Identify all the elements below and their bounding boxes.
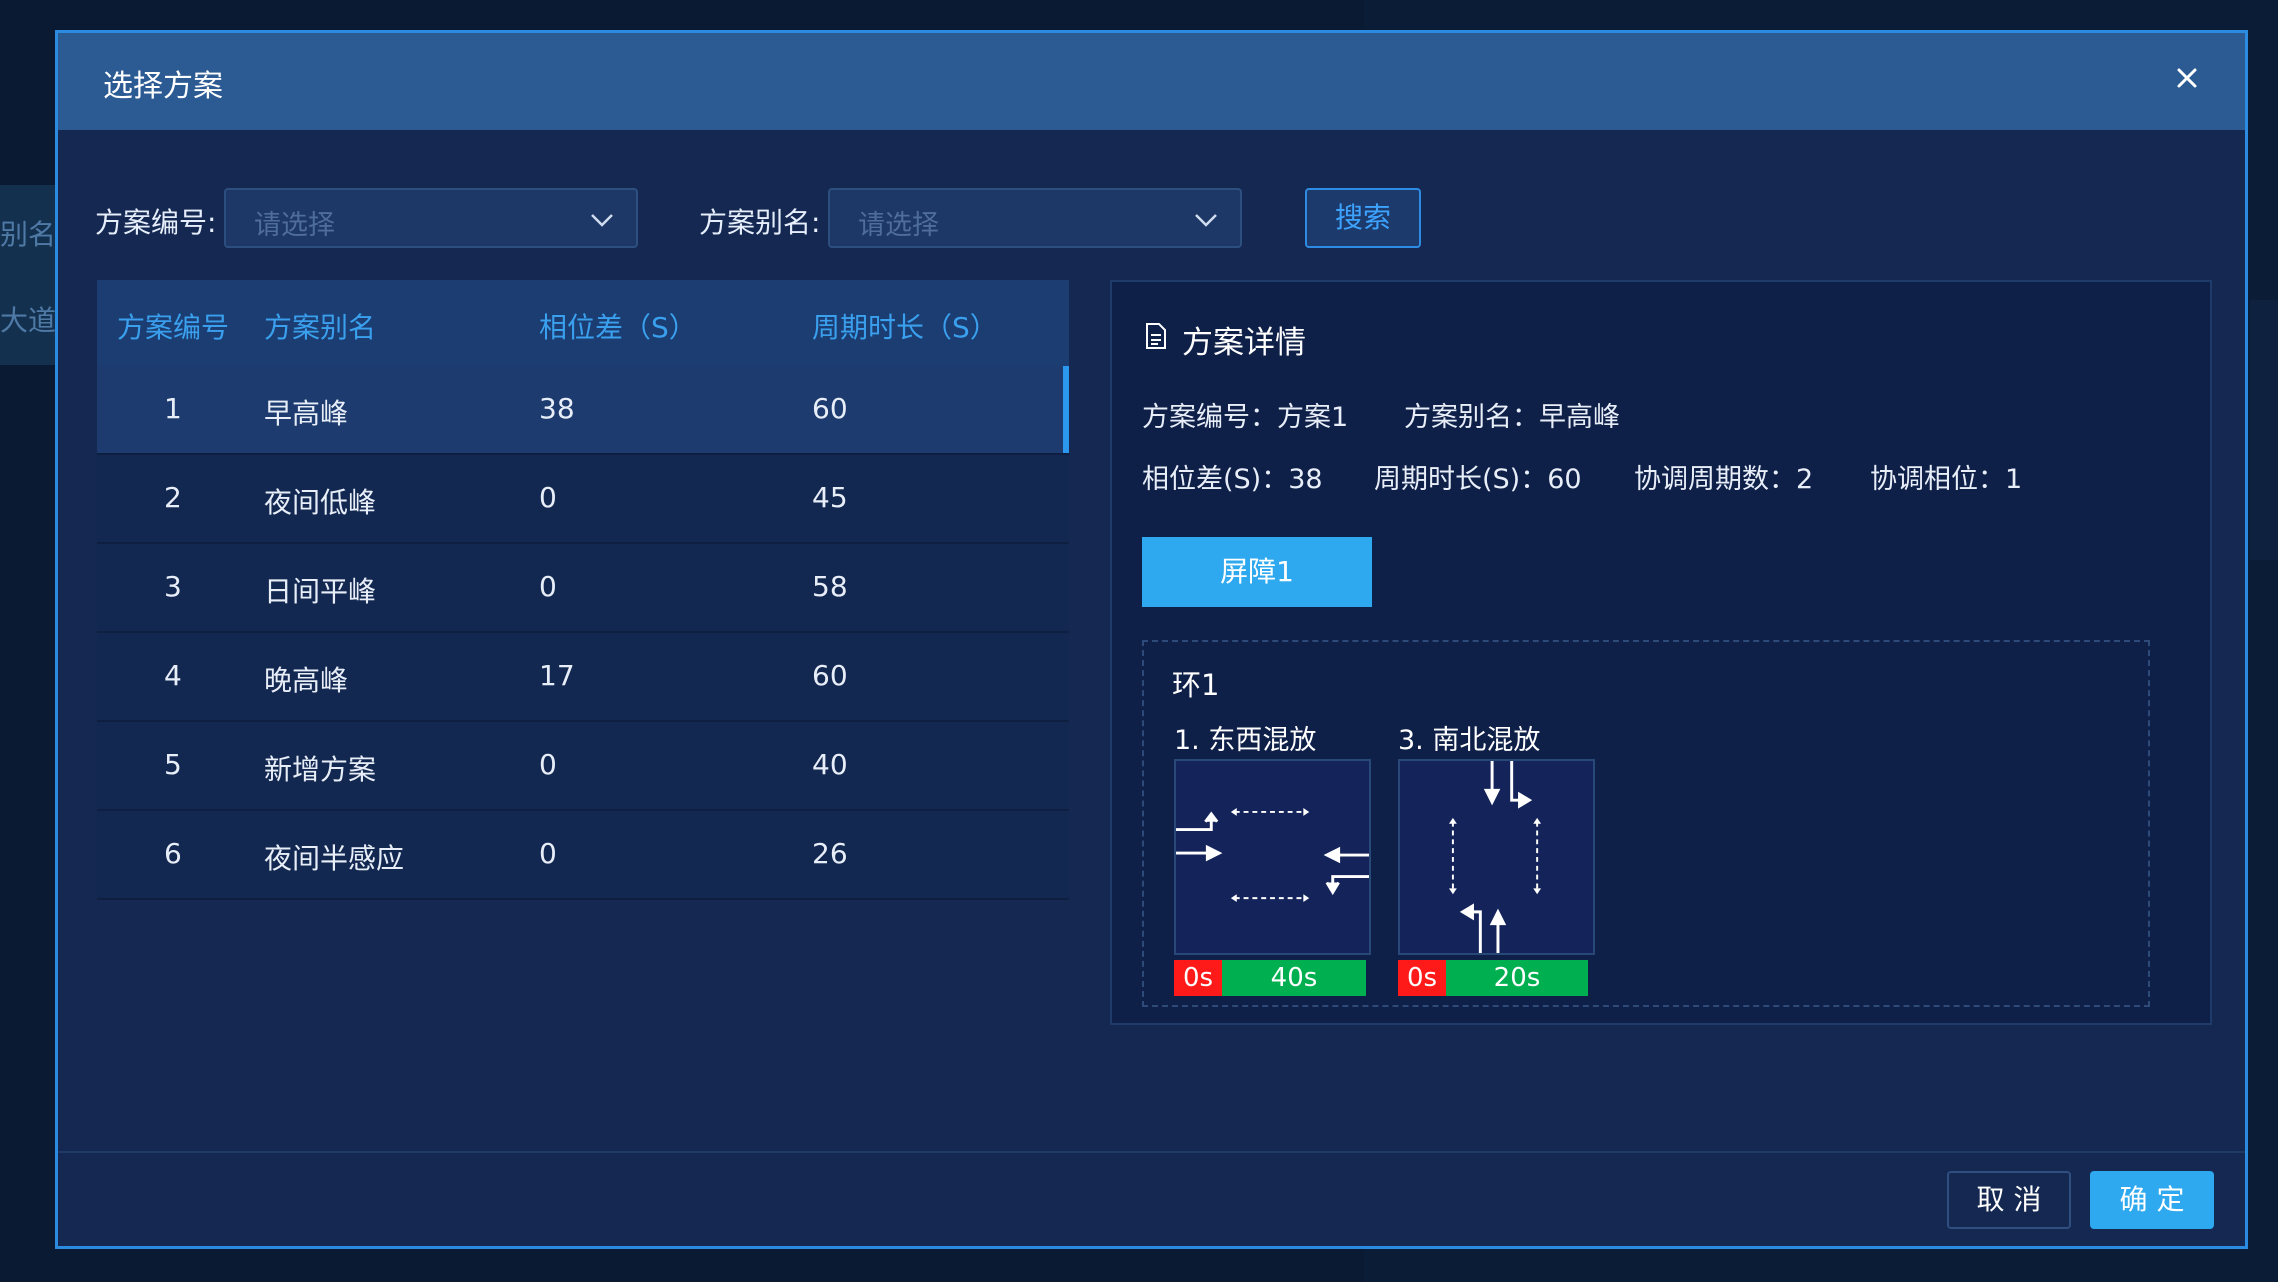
alias-label: 方案别名:	[699, 206, 821, 239]
cell-no: 4	[164, 659, 182, 692]
cell-offset: 17	[539, 659, 575, 692]
phase-red-time: 0s	[1174, 960, 1222, 996]
cell-cycle: 45	[812, 481, 848, 514]
cell-offset: 0	[539, 748, 557, 781]
dialog-title: 选择方案	[103, 69, 223, 104]
table-row[interactable]: 4 晚高峰 17 60	[97, 633, 1069, 722]
scheme-detail-panel: 方案详情 方案编号：方案1 方案别名：早高峰 相位差(S)：38 周期时长(S)…	[1110, 280, 2212, 1025]
background-label: 别名	[0, 218, 57, 251]
scheme-no-placeholder: 请选择	[254, 210, 335, 241]
east-west-phase-icon	[1174, 759, 1371, 955]
cell-alias: 日间平峰	[264, 575, 377, 608]
detail-cycle: 周期时长(S)：60	[1374, 464, 1582, 495]
alias-placeholder: 请选择	[858, 210, 939, 241]
cell-offset: 38	[539, 392, 575, 425]
chevron-down-icon	[1195, 214, 1217, 227]
cell-no: 5	[164, 748, 182, 781]
cell-cycle: 60	[812, 392, 848, 425]
detail-title: 方案详情	[1182, 325, 1306, 361]
ring-section: 环1 1. 东西混放 0s 40s 3. 南北混放 0s 20s	[1142, 640, 2150, 1007]
footer-divider	[58, 1151, 2245, 1153]
scheme-no-label: 方案编号:	[95, 206, 217, 239]
cell-alias: 早高峰	[264, 397, 349, 430]
cell-cycle: 26	[812, 837, 848, 870]
table-row[interactable]: 5 新增方案 0 40	[97, 722, 1069, 811]
detail-scheme-no: 方案编号：方案1	[1142, 402, 1349, 433]
cell-no: 2	[164, 481, 182, 514]
north-south-phase-icon	[1398, 759, 1595, 955]
cell-alias: 晚高峰	[264, 664, 349, 697]
column-header-offset[interactable]: 相位差（S）	[539, 306, 697, 346]
cell-cycle: 60	[812, 659, 848, 692]
select-scheme-dialog: 选择方案 方案编号: 请选择 方案别名: 请选择 搜索 方案编号 方案别名 相位…	[55, 30, 2248, 1249]
cell-cycle: 58	[812, 570, 848, 603]
column-header-alias[interactable]: 方案别名	[264, 306, 376, 346]
detail-coord-phase: 协调相位：1	[1870, 464, 2023, 495]
cell-alias: 夜间半感应	[264, 842, 405, 875]
table-row[interactable]: 3 日间平峰 0 58	[97, 544, 1069, 633]
phase-name: 1. 东西混放	[1174, 725, 1317, 756]
table-row[interactable]: 6 夜间半感应 0 26	[97, 811, 1069, 900]
confirm-button[interactable]: 确 定	[2090, 1171, 2214, 1229]
scheme-table: 方案编号 方案别名 相位差（S） 周期时长（S） 1 早高峰 38 60 2 夜…	[97, 280, 1069, 900]
phase-name: 3. 南北混放	[1398, 725, 1541, 756]
detail-alias: 方案别名：早高峰	[1404, 402, 1620, 433]
search-button[interactable]: 搜索	[1305, 188, 1421, 248]
phase-green-time: 20s	[1446, 960, 1588, 996]
chevron-down-icon	[591, 214, 613, 227]
column-header-no[interactable]: 方案编号	[117, 306, 229, 346]
table-row[interactable]: 1 早高峰 38 60	[97, 366, 1069, 455]
phase-green-time: 40s	[1222, 960, 1366, 996]
table-row[interactable]: 2 夜间低峰 0 45	[97, 455, 1069, 544]
cell-alias: 新增方案	[264, 753, 377, 786]
alias-select[interactable]: 请选择	[828, 188, 1242, 248]
background-label: 大道	[0, 304, 57, 337]
close-icon[interactable]	[2167, 58, 2207, 98]
cell-alias: 夜间低峰	[264, 486, 377, 519]
cell-no: 6	[164, 837, 182, 870]
document-icon	[1146, 323, 1166, 349]
phase-red-time: 0s	[1398, 960, 1446, 996]
cancel-button[interactable]: 取 消	[1947, 1171, 2071, 1229]
cell-cycle: 40	[812, 748, 848, 781]
cell-offset: 0	[539, 570, 557, 603]
barrier-tab[interactable]: 屏障1	[1142, 537, 1372, 607]
detail-offset: 相位差(S)：38	[1142, 464, 1323, 495]
ring-title: 环1	[1172, 668, 1220, 702]
cell-no: 1	[164, 392, 182, 425]
cell-offset: 0	[539, 837, 557, 870]
scheme-no-select[interactable]: 请选择	[224, 188, 638, 248]
dialog-header: 选择方案	[58, 33, 2245, 130]
background-decoration	[2250, 300, 2278, 560]
detail-coord-cycles: 协调周期数：2	[1634, 464, 1814, 495]
column-header-cycle[interactable]: 周期时长（S）	[812, 306, 998, 346]
cell-no: 3	[164, 570, 182, 603]
table-header: 方案编号 方案别名 相位差（S） 周期时长（S）	[97, 280, 1069, 366]
cell-offset: 0	[539, 481, 557, 514]
